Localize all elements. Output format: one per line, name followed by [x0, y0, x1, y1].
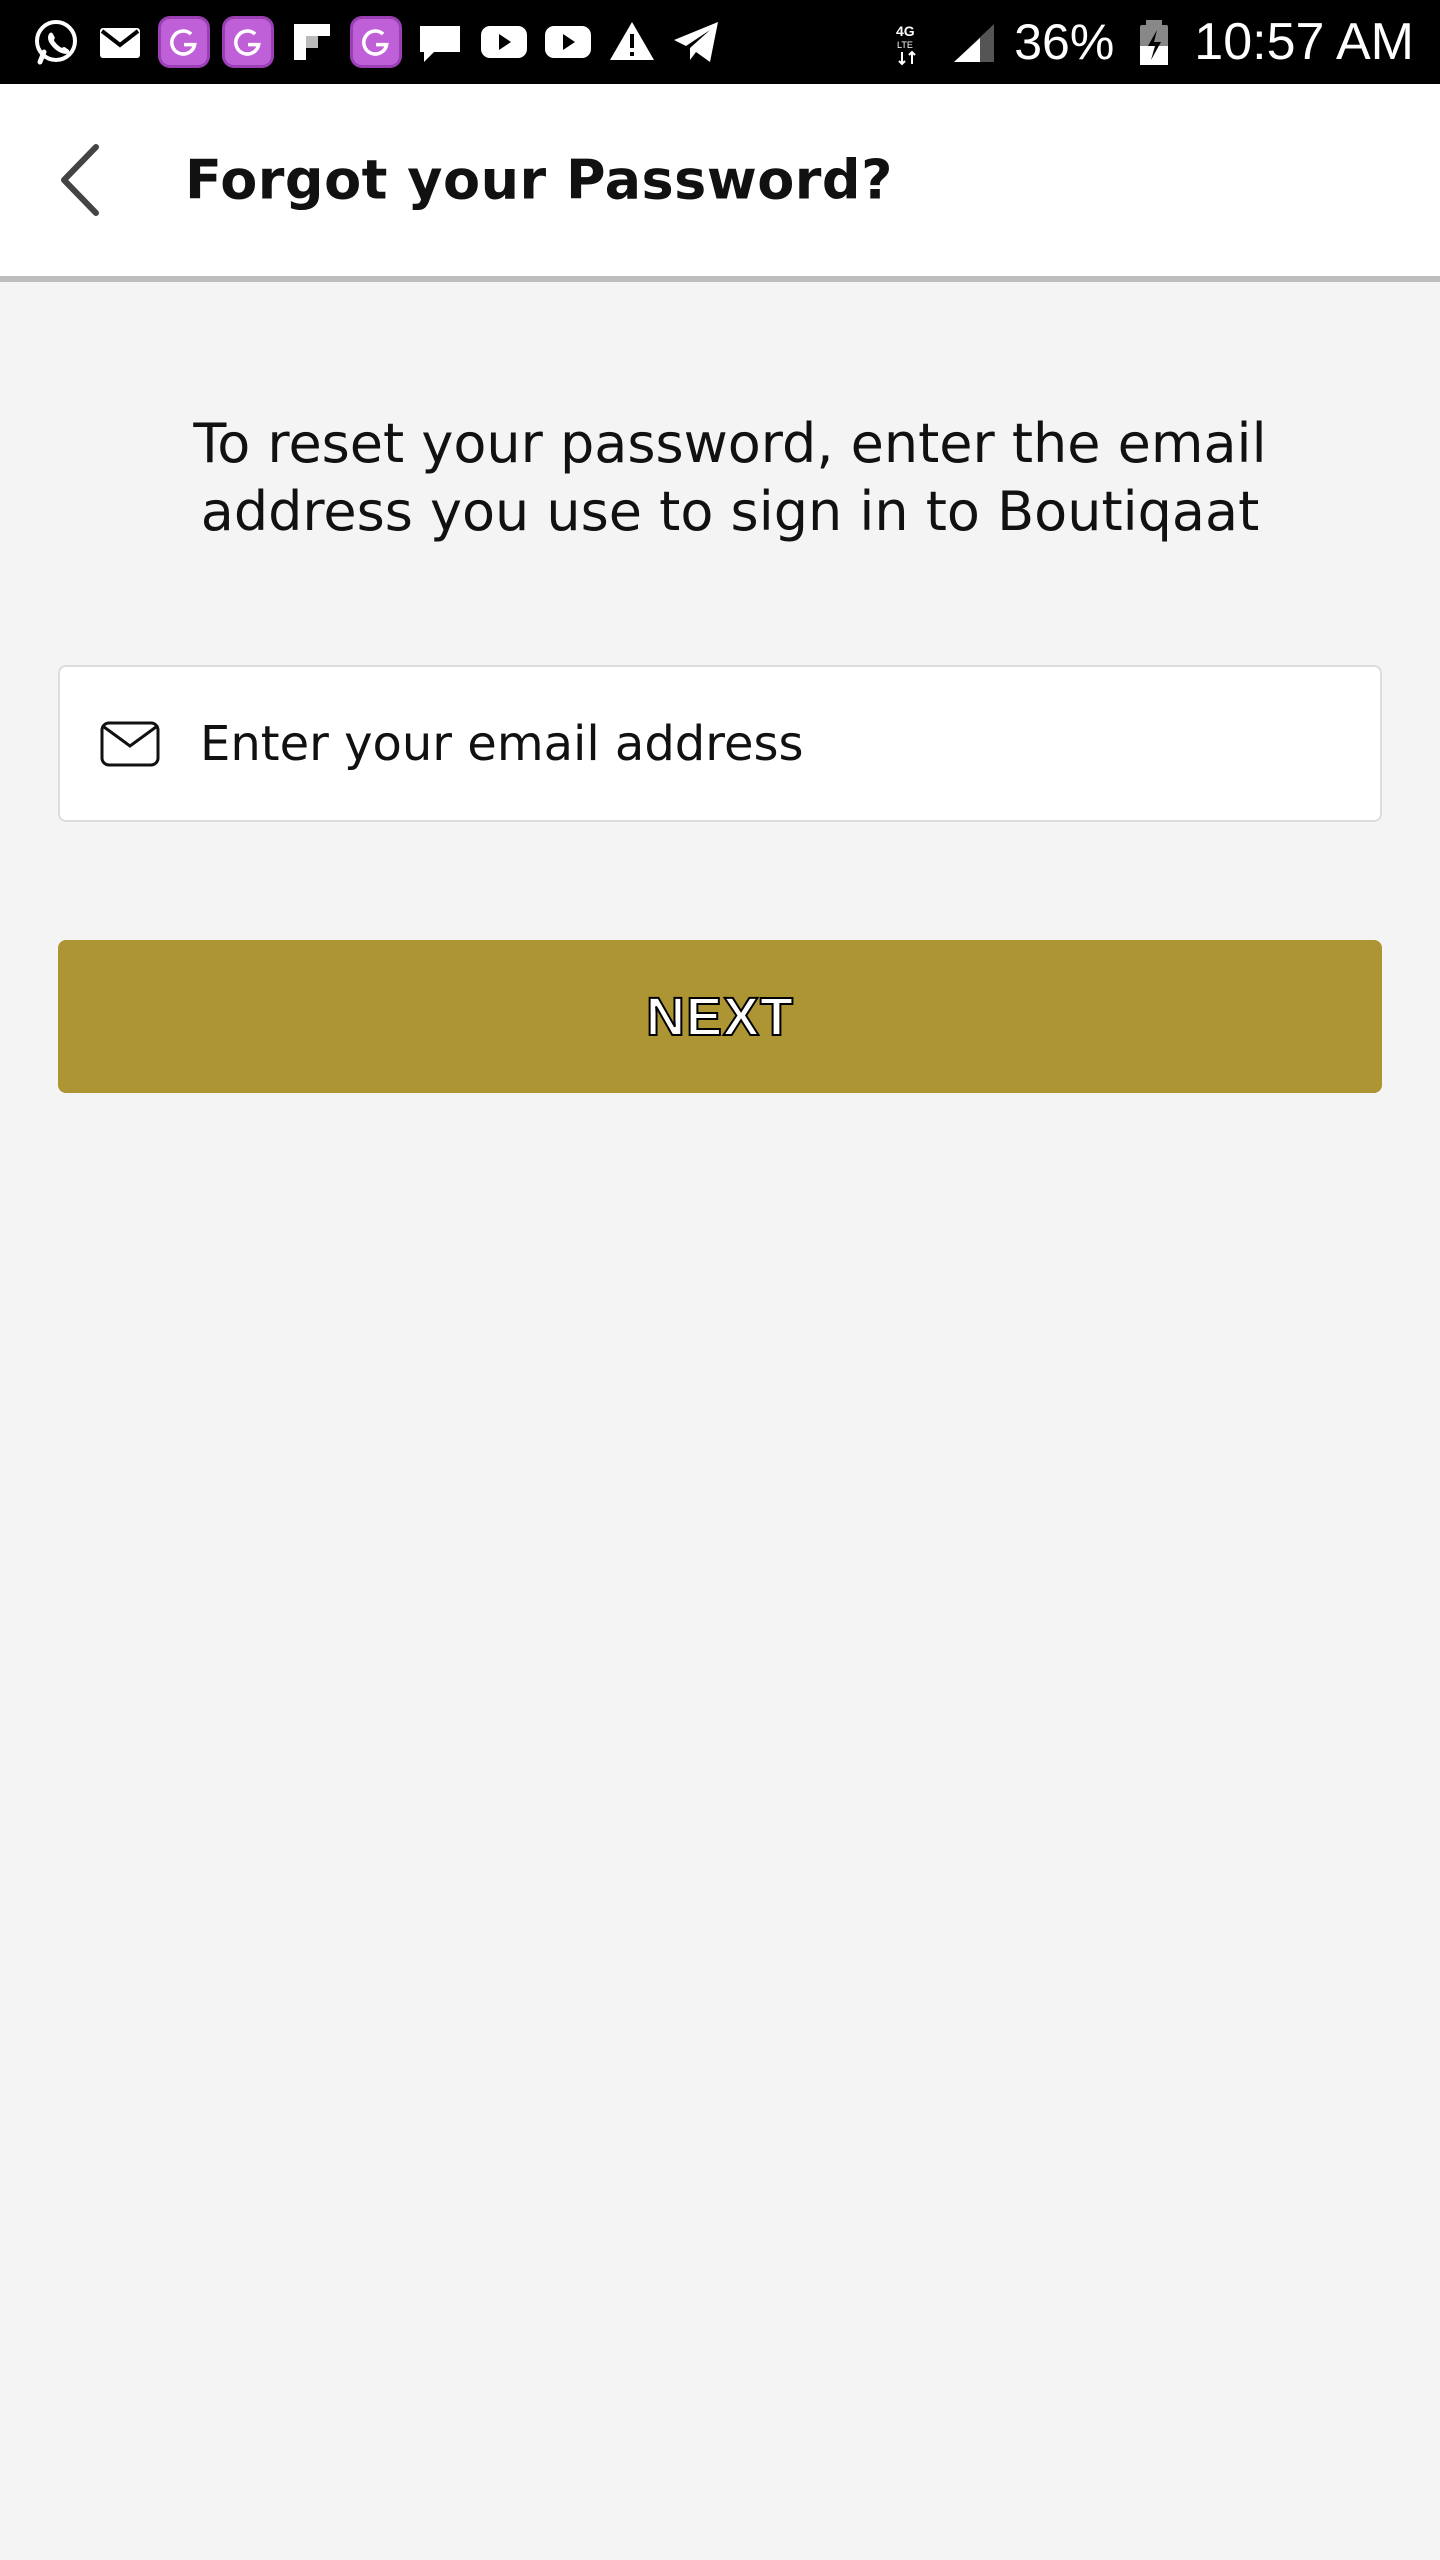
telegram-icon	[670, 16, 722, 68]
chat-icon	[414, 16, 466, 68]
notification-icons	[30, 16, 722, 68]
svg-text:4G: 4G	[896, 23, 915, 39]
email-field[interactable]	[58, 665, 1382, 822]
page-title: Forgot your Password?	[185, 148, 893, 212]
g-app-icon	[158, 16, 210, 68]
g-app-icon	[350, 16, 402, 68]
mail-icon	[100, 721, 160, 766]
email-input[interactable]	[200, 667, 1350, 820]
battery-percent: 36%	[1014, 14, 1115, 70]
status-bar: 4G LTE 36% 10:57 AM	[0, 0, 1440, 84]
reset-instructions: To reset your password, enter the email …	[193, 412, 1267, 543]
network-4g-lte-icon: 4G LTE	[882, 16, 934, 68]
svg-text:LTE: LTE	[897, 40, 913, 50]
chevron-left-icon	[61, 144, 99, 216]
next-button-label: NEXT	[645, 986, 795, 1048]
clock: 10:57 AM	[1194, 13, 1414, 71]
signal-icon	[948, 16, 1000, 68]
youtube-icon	[478, 16, 530, 68]
next-button[interactable]: NEXT	[58, 940, 1382, 1093]
warning-icon	[606, 16, 658, 68]
youtube-icon	[542, 16, 594, 68]
system-status: 4G LTE 36% 10:57 AM	[882, 12, 1414, 72]
g-app-icon	[222, 16, 274, 68]
battery-charging-icon	[1128, 16, 1180, 68]
flipboard-icon	[286, 16, 338, 68]
back-button[interactable]	[44, 135, 116, 225]
app-bar: Forgot your Password?	[0, 84, 1440, 282]
email-icon	[94, 16, 146, 68]
whatsapp-icon	[30, 16, 82, 68]
